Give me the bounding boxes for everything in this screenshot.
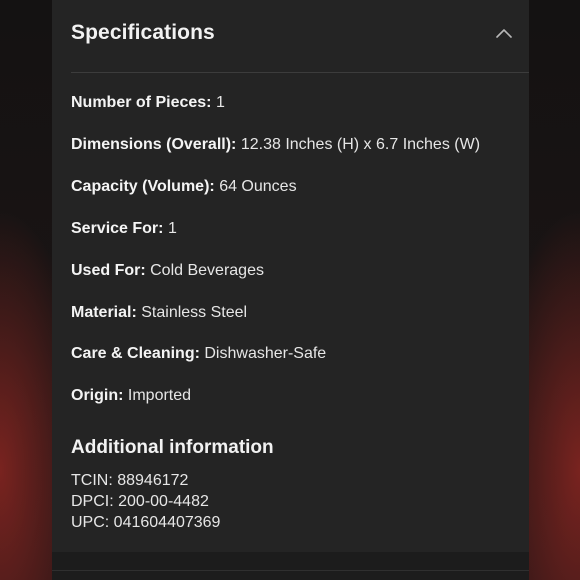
spec-number-of-pieces: Number of Pieces: 1 — [71, 94, 225, 112]
next-section-edge — [52, 552, 529, 580]
chevron-up-icon[interactable] — [495, 24, 513, 42]
dpci-line: DPCI: 200-00-4482 — [71, 493, 209, 510]
spec-value: 1 — [167, 220, 177, 237]
section-title: Specifications — [71, 21, 215, 44]
tcin-line: TCIN: 88946172 — [71, 472, 189, 489]
spec-value: 64 Ounces — [219, 178, 297, 195]
spec-label: Care & Cleaning: — [71, 345, 200, 362]
spec-value: Stainless Steel — [141, 304, 248, 321]
spec-label: Used For: — [71, 262, 146, 279]
spec-origin: Origin: Imported — [71, 387, 191, 405]
spec-label: Number of Pieces: — [71, 94, 212, 111]
additional-info-title: Additional information — [71, 437, 274, 458]
header-divider — [71, 72, 529, 73]
spec-capacity: Capacity (Volume): 64 Ounces — [71, 178, 297, 196]
spec-label: Dimensions (Overall): — [71, 136, 237, 153]
spec-label: Origin: — [71, 387, 124, 404]
spec-value: Cold Beverages — [150, 262, 264, 279]
spec-value: Imported — [127, 387, 192, 404]
spec-dimensions: Dimensions (Overall): 12.38 Inches (H) x… — [71, 136, 480, 154]
spec-label: Service For: — [71, 220, 164, 237]
specifications-header[interactable]: Specifications — [71, 0, 529, 72]
spec-used-for: Used For: Cold Beverages — [71, 262, 264, 280]
spec-service-for: Service For: 1 — [71, 220, 177, 238]
spec-label: Capacity (Volume): — [71, 178, 215, 195]
spec-label: Material: — [71, 304, 137, 321]
spec-value: 1 — [215, 94, 225, 111]
spec-value: 12.38 Inches (H) x 6.7 Inches (W) — [240, 136, 481, 153]
upc-line: UPC: 041604407369 — [71, 514, 221, 531]
spec-care-cleaning: Care & Cleaning: Dishwasher-Safe — [71, 345, 326, 363]
spec-material: Material: Stainless Steel — [71, 304, 247, 322]
specifications-panel: Specifications Number of Pieces: 1 Dimen… — [52, 0, 529, 552]
spec-value: Dishwasher-Safe — [204, 345, 327, 362]
